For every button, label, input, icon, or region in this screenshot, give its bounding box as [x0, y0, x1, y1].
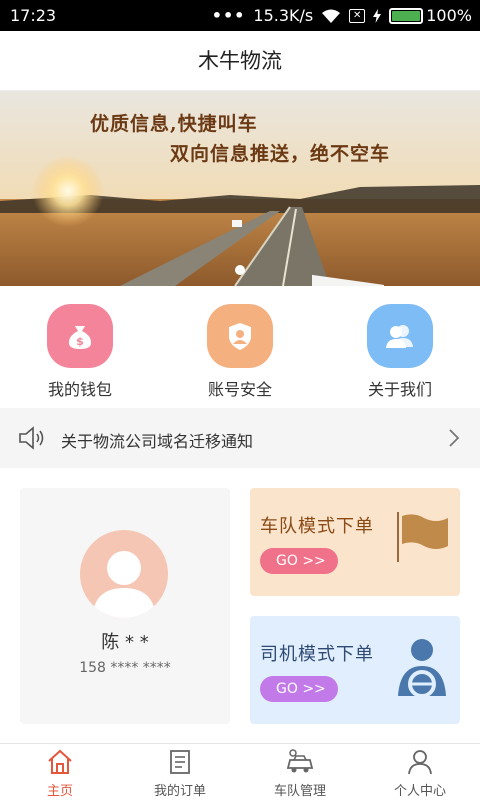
driver-mode-go-button[interactable]: GO >>: [260, 676, 338, 702]
nav-label-home: 主页: [46, 784, 73, 799]
nav-label-fleet: 车队管理: [273, 784, 326, 799]
svg-text:$: $: [76, 335, 84, 348]
net-speed: 15.3K/s: [253, 6, 314, 25]
quick-actions: $ 我的钱包 账号安全 关于我们: [0, 286, 480, 408]
users-icon: [367, 304, 433, 368]
nav-item-orders[interactable]: 我的订单: [120, 744, 240, 800]
nav-item-home[interactable]: 主页: [0, 744, 120, 800]
order-list-icon: [170, 750, 190, 774]
status-icons: ••• 15.3K/s ✕ 100%: [212, 6, 472, 25]
chevron-right-icon: [449, 429, 460, 447]
account-security-label: 账号安全: [207, 380, 272, 399]
about-us-label: 关于我们: [367, 380, 432, 399]
flag-icon: [397, 512, 448, 562]
notice-text: 关于物流公司域名迁移通知: [61, 432, 254, 451]
profile-name: 陈 * *: [101, 632, 149, 653]
money-bag-icon: $: [47, 304, 113, 368]
banner-carousel[interactable]: 优质信息,快捷叫车 双向信息推送，绝不空车: [0, 91, 480, 286]
battery-indicator: 100%: [389, 6, 472, 25]
profile-card[interactable]: 陈 * * 158 **** ****: [20, 488, 230, 724]
battery-fill: [392, 10, 421, 21]
status-time: 17:23: [10, 6, 57, 25]
nav-item-profile[interactable]: 个人中心: [360, 744, 480, 800]
banner-slogan-2: 双向信息推送，绝不空车: [170, 143, 391, 165]
driver-mode-order-card[interactable]: 司机模式下单 GO >>: [250, 616, 460, 724]
page-title: 木牛物流: [0, 31, 480, 91]
bottom-navigation: 主页 我的订单 车队管理 个人中心: [0, 743, 480, 800]
nav-item-fleet[interactable]: 车队管理: [240, 744, 360, 800]
avatar: [80, 530, 168, 618]
notice-bar[interactable]: 关于物流公司域名迁移通知: [0, 408, 480, 468]
banner-slogan-1: 优质信息,快捷叫车: [90, 113, 258, 135]
more-dots-icon: •••: [211, 6, 246, 25]
account-security-button[interactable]: 账号安全: [180, 304, 300, 400]
battery-percent: 100%: [426, 6, 472, 25]
wallet-button[interactable]: $ 我的钱包: [20, 304, 140, 400]
speaker-icon: [19, 426, 44, 450]
profile-phone: 158 **** ****: [79, 660, 171, 676]
battery-icon: [389, 7, 424, 24]
person-icon: [408, 750, 432, 775]
carousel-indicator-dot[interactable]: [235, 265, 245, 275]
default-avatar-icon: [92, 551, 156, 618]
wifi-icon: [322, 9, 341, 23]
wallet-label: 我的钱包: [47, 380, 112, 399]
team-mode-order-card[interactable]: 车队模式下单 GO >>: [250, 488, 460, 596]
driver-icon: [398, 639, 446, 698]
team-mode-title: 车队模式下单: [260, 516, 374, 537]
status-bar: 17:23 ••• 15.3K/s ✕ 100%: [0, 0, 480, 31]
home-icon: [48, 749, 72, 774]
team-mode-go-button[interactable]: GO >>: [260, 548, 338, 574]
shield-icon: [207, 304, 273, 368]
no-sim-icon: ✕: [349, 8, 366, 23]
charging-icon: [373, 8, 382, 23]
about-us-button[interactable]: 关于我们: [340, 304, 460, 400]
driver-mode-title: 司机模式下单: [260, 644, 374, 665]
nav-label-orders: 我的订单: [153, 784, 206, 799]
fleet-icon: [286, 749, 314, 773]
nav-label-profile: 个人中心: [393, 784, 446, 799]
